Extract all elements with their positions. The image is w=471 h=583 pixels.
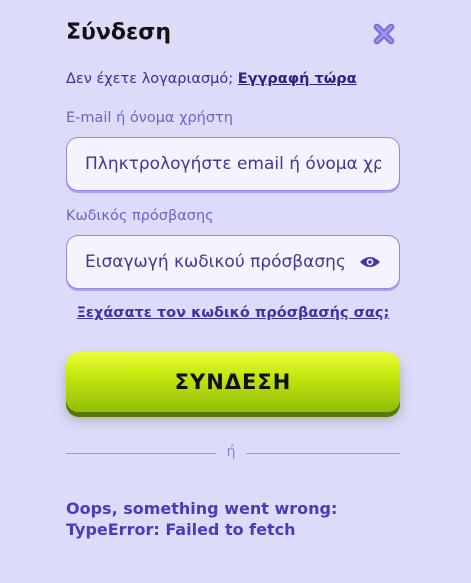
divider-line-right [246,453,400,454]
error-message: Oops, something went wrong: TypeError: F… [66,498,400,540]
dialog-title: Σύνδεση [66,20,172,45]
error-message-line-1: Oops, something went wrong: [66,499,338,518]
close-icon[interactable] [372,22,396,46]
login-button[interactable]: ΣΥΝΔΕΣΗ [66,352,400,412]
password-field-label: Κωδικός πρόσβασης [66,208,214,224]
or-divider: ή [66,444,400,462]
divider-or-text: ή [226,444,236,460]
signup-prompt: Δεν έχετε λογαριασμό; Εγγραφή τώρα [66,71,357,87]
divider-line-left [66,453,216,454]
email-field[interactable] [85,154,381,174]
email-field-label: E-mail ή όνομα χρήστη [66,110,233,126]
signup-prompt-text: Δεν έχετε λογαριασμό; [66,71,238,87]
password-field[interactable] [85,252,351,272]
forgot-password-link[interactable]: Ξεχάσατε τον κωδικό πρόσβασής σας; [66,305,400,321]
login-dialog: Σύνδεση Δεν έχετε λογαριασμό; Εγγραφή τώ… [66,0,400,583]
error-message-line-2: TypeError: Failed to fetch [66,520,296,539]
eye-icon[interactable] [359,254,381,270]
password-field-container [66,235,400,289]
email-field-container [66,137,400,191]
signup-link[interactable]: Εγγραφή τώρα [238,71,357,87]
